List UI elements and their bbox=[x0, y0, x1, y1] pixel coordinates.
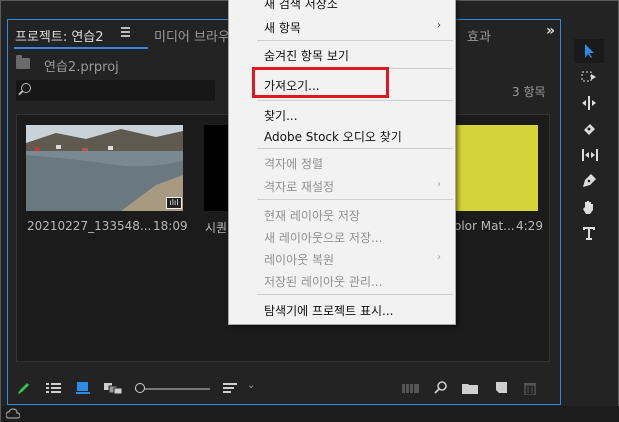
clip-thumbnail-video[interactable]: ılıl bbox=[26, 125, 183, 211]
context-menu: 새 검색 저장소 새 항목 › 숨겨진 항목 보기 가져오기... 찾기... … bbox=[228, 0, 456, 325]
track-select-icon bbox=[581, 71, 596, 82]
menu-item-adobe-stock-audio[interactable]: Adobe Stock 오디오 찾기 bbox=[264, 128, 402, 145]
submenu-arrow-icon: › bbox=[437, 252, 441, 263]
menu-item-reset-to-grid: 격자로 재설정 bbox=[264, 180, 335, 194]
audio-indicator-icon: ılıl bbox=[166, 197, 182, 209]
list-view-icon[interactable] bbox=[46, 381, 61, 395]
project-bin-icon bbox=[16, 55, 30, 69]
color-matte-name: olor Mat... bbox=[454, 219, 515, 233]
type-tool[interactable] bbox=[574, 221, 604, 245]
color-matte-duration: 4:29 bbox=[516, 219, 543, 233]
menu-separator bbox=[257, 100, 453, 101]
type-icon bbox=[583, 227, 595, 240]
submenu-arrow-icon: › bbox=[437, 20, 441, 31]
menu-separator bbox=[257, 40, 453, 41]
selection-tool[interactable] bbox=[574, 39, 604, 63]
import-highlight-box bbox=[252, 67, 389, 98]
razor-icon bbox=[584, 124, 595, 135]
hand-tool[interactable] bbox=[574, 195, 604, 219]
automate-to-sequence-icon bbox=[402, 384, 419, 393]
active-tab-indicator bbox=[14, 47, 148, 49]
menu-item-restore-layout: 레이아웃 복원 bbox=[264, 253, 335, 267]
menu-separator bbox=[257, 294, 453, 295]
ripple-edit-tool[interactable] bbox=[574, 91, 604, 115]
pen-tool[interactable] bbox=[574, 169, 604, 193]
ripple-edit-icon bbox=[582, 96, 596, 110]
icon-view-icon[interactable] bbox=[76, 381, 90, 395]
menu-separator bbox=[257, 199, 453, 200]
panel-menu-icon[interactable] bbox=[121, 27, 130, 37]
project-file-name: 연습2.prproj bbox=[44, 60, 119, 75]
new-item-icon[interactable] bbox=[494, 381, 508, 395]
pen-icon bbox=[583, 174, 596, 187]
menu-item-save-as-new-layout: 새 레이아웃으로 저장... bbox=[264, 231, 383, 245]
freeform-view-icon[interactable] bbox=[104, 381, 122, 395]
item-count: 3 항목 bbox=[512, 85, 546, 99]
razor-tool[interactable] bbox=[574, 117, 604, 141]
creative-cloud-icon[interactable] bbox=[6, 408, 20, 420]
menu-separator bbox=[257, 148, 453, 149]
new-bin-icon[interactable] bbox=[462, 381, 478, 395]
trash-icon bbox=[524, 383, 536, 395]
track-select-tool[interactable] bbox=[574, 65, 604, 89]
project-toolbar: ⌄ bbox=[8, 376, 560, 402]
tab-project[interactable]: 프로젝트: 연습2 bbox=[15, 26, 104, 45]
menu-item-find[interactable]: 찾기... bbox=[264, 107, 298, 124]
chevron-down-icon[interactable]: ⌄ bbox=[247, 380, 255, 391]
premiere-window: 프로젝트: 연습2 미디어 브라우 효과 » 연습2.prproj 3 항목 ı… bbox=[0, 0, 619, 422]
menu-item-reveal-in-explorer[interactable]: 탐색기에 프로젝트 표시... bbox=[264, 302, 393, 319]
landscape-image bbox=[26, 125, 183, 211]
search-icon bbox=[21, 83, 31, 93]
tab-media-browser[interactable]: 미디어 브라우 bbox=[154, 26, 230, 45]
hand-icon bbox=[583, 201, 593, 214]
menu-item-align-to-grid: 격자에 정렬 bbox=[264, 157, 324, 171]
submenu-arrow-icon: › bbox=[437, 179, 441, 190]
color-matte-thumbnail[interactable] bbox=[454, 125, 538, 211]
menu-item-save-layout: 현재 레이아웃 저장 bbox=[264, 209, 360, 223]
status-bar bbox=[1, 406, 619, 422]
menu-item-new-item[interactable]: 새 항목 bbox=[264, 19, 301, 36]
clip-duration: 18:09 bbox=[153, 219, 188, 233]
zoom-slider-track[interactable] bbox=[135, 388, 210, 390]
pencil-icon[interactable] bbox=[17, 381, 30, 395]
menu-item-manage-layouts: 저장된 레이아웃 관리... bbox=[264, 275, 383, 289]
panel-overflow-icon[interactable]: » bbox=[546, 23, 555, 39]
menu-item-new-search-bin[interactable]: 새 검색 저장소 bbox=[264, 0, 338, 12]
slip-tool[interactable] bbox=[574, 143, 604, 167]
tab-effects[interactable]: 효과 bbox=[467, 26, 491, 45]
find-icon[interactable] bbox=[434, 381, 447, 395]
zoom-slider-handle[interactable] bbox=[135, 383, 145, 393]
selection-arrow-icon bbox=[585, 44, 594, 58]
slip-icon bbox=[582, 149, 598, 161]
menu-item-show-hidden[interactable]: 숨겨진 항목 보기 bbox=[264, 47, 349, 64]
sort-icon[interactable] bbox=[223, 381, 237, 395]
sequence-name: 시퀀 bbox=[205, 221, 228, 235]
clip-name: 20210227_133548... bbox=[27, 219, 152, 233]
search-input[interactable] bbox=[16, 80, 215, 101]
